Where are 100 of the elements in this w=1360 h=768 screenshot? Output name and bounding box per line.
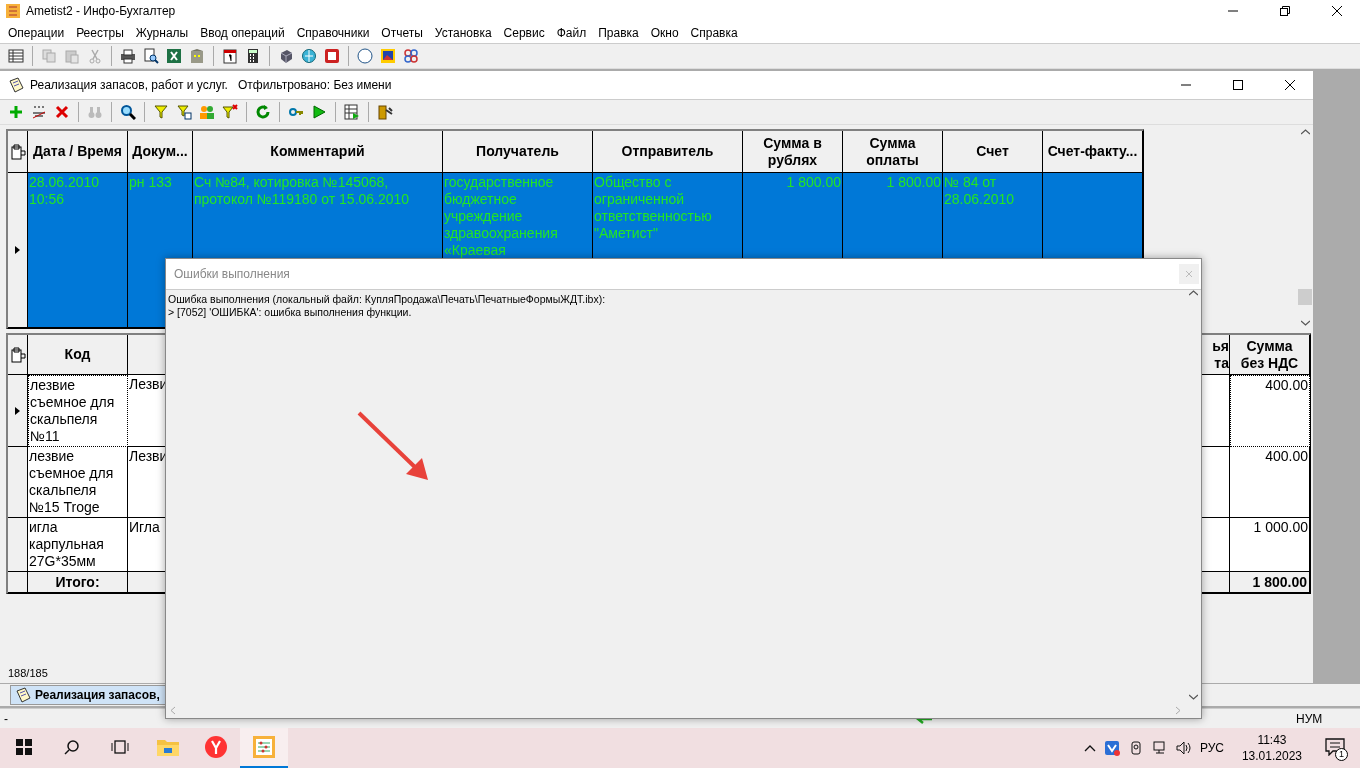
picture-icon xyxy=(380,48,396,64)
refresh-icon xyxy=(255,104,271,120)
clock-time[interactable]: 11:43 xyxy=(1257,732,1287,748)
menu-item[interactable]: Окно xyxy=(644,23,685,42)
calendar-button[interactable] xyxy=(220,46,240,66)
delete-icon xyxy=(54,104,70,120)
menu-item[interactable]: Справка xyxy=(684,23,744,42)
close-icon xyxy=(1285,80,1295,90)
column-header[interactable]: Сумма оплаты xyxy=(843,131,943,173)
menu-item[interactable]: Реестры xyxy=(70,23,130,42)
task-view-icon xyxy=(111,739,129,755)
search-icon xyxy=(120,104,136,120)
table-icon xyxy=(8,48,24,64)
table-cell xyxy=(1201,447,1230,518)
column-header[interactable]: Получатель xyxy=(443,131,593,173)
restore-icon xyxy=(1280,6,1290,16)
browser-icon xyxy=(205,736,227,758)
door-button[interactable] xyxy=(375,102,395,122)
column-header[interactable]: ья та xyxy=(1201,335,1230,375)
row-header[interactable] xyxy=(8,447,28,518)
menu-item[interactable]: Установка xyxy=(428,23,498,42)
search-button[interactable] xyxy=(118,102,138,122)
row-header[interactable] xyxy=(8,375,28,447)
spreadsheet-button[interactable] xyxy=(164,46,184,66)
table-cell xyxy=(1201,518,1230,572)
message-icon xyxy=(1325,737,1345,756)
network-icon xyxy=(1151,740,1168,756)
network-icon xyxy=(403,48,419,64)
people-icon xyxy=(199,104,215,120)
language-indicator[interactable]: РУС xyxy=(1199,741,1224,755)
globe-button[interactable] xyxy=(299,46,319,66)
column-header[interactable]: Докум... xyxy=(128,131,193,173)
menu-item[interactable]: Ввод операций xyxy=(194,23,291,42)
binoculars-icon xyxy=(87,104,103,120)
copy-icon xyxy=(41,48,57,64)
row-header[interactable] xyxy=(8,518,28,572)
scroll-down-icon xyxy=(1300,320,1310,326)
filter-remove-button[interactable] xyxy=(220,102,240,122)
filter-button[interactable] xyxy=(151,102,171,122)
scroll-up-icon xyxy=(1300,129,1310,135)
column-header[interactable]: Отправитель xyxy=(593,131,743,173)
record-count: 188/185 xyxy=(8,667,49,679)
scroll-thumb[interactable] xyxy=(1298,289,1312,305)
table-cell: 400.00 xyxy=(1230,447,1310,518)
printer-icon xyxy=(120,48,136,64)
window-title: Реализация запасов, работ и услуг. Отфильтровано: Без имени xyxy=(30,78,393,92)
window-title: Ametist2 - Инфо-Бухгалтер xyxy=(26,4,177,18)
row-pointer-icon xyxy=(15,246,20,254)
menu-item[interactable]: Операции xyxy=(2,23,71,42)
windows-icon xyxy=(16,739,32,755)
menu-item[interactable]: Правка xyxy=(592,23,645,42)
menu-item[interactable]: Справочники xyxy=(290,23,376,42)
notifications-button[interactable]: 1 xyxy=(1320,733,1350,763)
column-header[interactable]: Счет xyxy=(943,131,1043,173)
close-icon xyxy=(1332,6,1342,16)
clock-date[interactable]: 13.01.2023 xyxy=(1241,748,1302,764)
table-cell: 400.00 xyxy=(1230,375,1310,447)
table-cell: 28.06.2010 10:56 xyxy=(28,173,128,328)
scissors-icon xyxy=(87,48,103,64)
network-button[interactable] xyxy=(401,46,421,66)
column-header[interactable]: Сумма без НДС xyxy=(1230,335,1310,375)
column-header[interactable]: Код xyxy=(28,335,128,375)
status-text: - xyxy=(3,711,9,726)
play-icon xyxy=(311,104,327,120)
taskbar-app[interactable] xyxy=(240,728,288,768)
scrollbar[interactable] xyxy=(1297,129,1313,326)
column-header[interactable]: Сумма в рублях xyxy=(743,131,843,173)
column-header[interactable]: Счет-факту... xyxy=(1043,131,1143,173)
column-header[interactable]: Комментарий xyxy=(193,131,443,173)
building-icon xyxy=(189,48,205,64)
calculator-icon xyxy=(245,48,261,64)
search-icon xyxy=(64,739,80,755)
cube-icon xyxy=(278,48,294,64)
shield-icon xyxy=(1103,740,1120,756)
table-cell xyxy=(1201,375,1230,447)
menu-item[interactable]: Сервис xyxy=(497,23,551,42)
abacus-icon xyxy=(253,736,275,758)
document-icon xyxy=(8,77,24,93)
menu-item[interactable]: Отчеты xyxy=(375,23,429,42)
filter-list-button[interactable] xyxy=(174,102,194,122)
preview-icon xyxy=(143,48,159,64)
app-icon xyxy=(6,4,20,18)
printer-button[interactable] xyxy=(118,46,138,66)
scroll-down-icon xyxy=(1188,694,1198,700)
spreadsheet-icon xyxy=(166,48,182,64)
scroll-left-icon xyxy=(170,705,176,715)
menu-item[interactable]: Файл xyxy=(550,23,593,42)
folder-icon xyxy=(157,738,179,756)
table-button[interactable] xyxy=(6,46,26,66)
table-cell: игла карпульная 27G*35мм xyxy=(28,518,128,572)
close-icon xyxy=(1186,271,1192,277)
preview-button[interactable] xyxy=(141,46,161,66)
picture-button[interactable] xyxy=(378,46,398,66)
scroll-right-icon xyxy=(1175,705,1181,715)
plus-icon xyxy=(8,104,24,120)
calendar-icon xyxy=(222,48,238,64)
total-label: Итого: xyxy=(28,572,128,593)
column-header[interactable]: Дата / Время xyxy=(28,131,128,173)
filter-remove-icon xyxy=(222,104,238,120)
menu-item[interactable]: Журналы xyxy=(129,23,195,42)
